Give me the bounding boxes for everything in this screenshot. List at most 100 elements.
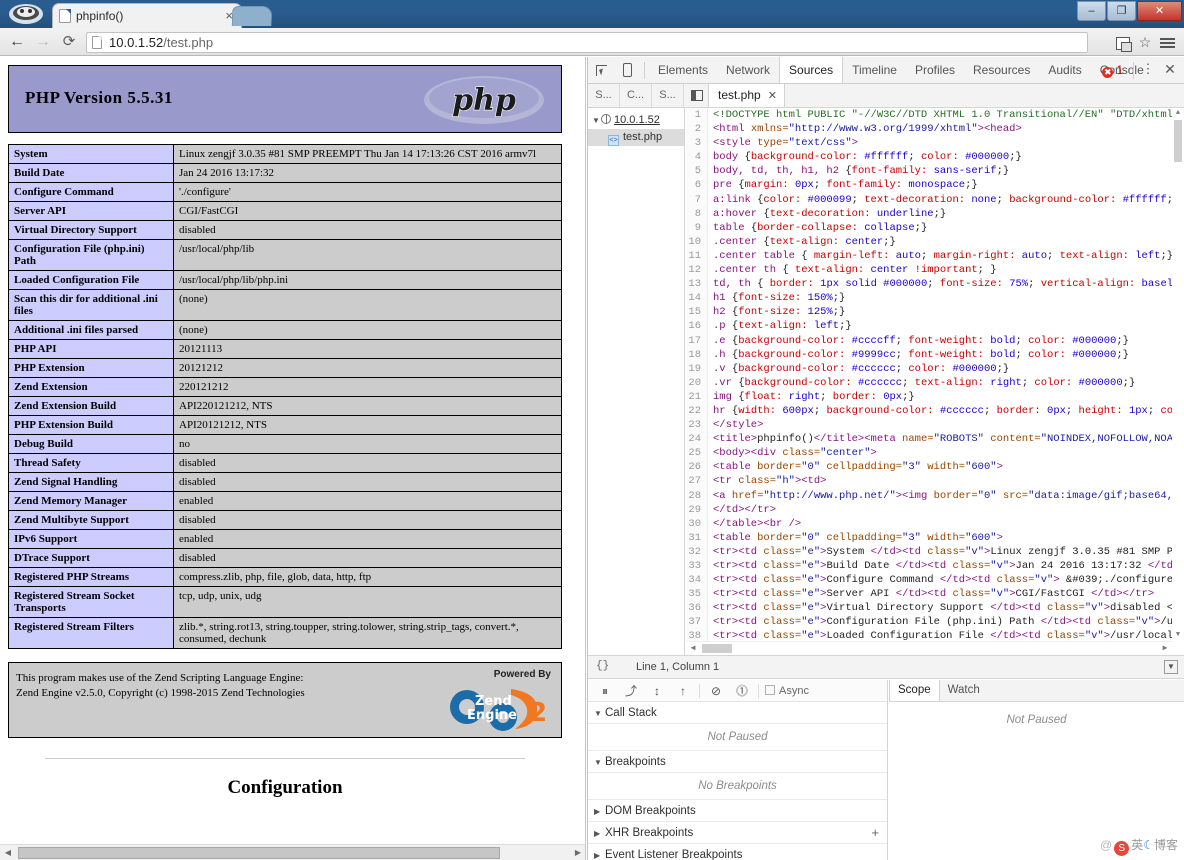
- reload-icon[interactable]: ⟳: [58, 32, 80, 53]
- step-out-icon[interactable]: ↑: [670, 680, 696, 702]
- code-line[interactable]: 30</table><br />: [686, 517, 1172, 531]
- section-event-listener-breakpoints[interactable]: ▶Event Listener Breakpoints: [588, 844, 887, 860]
- address-bar[interactable]: 10.0.1.52/test.php: [86, 32, 1088, 53]
- section-dom-breakpoints[interactable]: ▶DOM Breakpoints: [588, 800, 887, 822]
- code-line[interactable]: 29</td></tr>: [686, 503, 1172, 517]
- page-horizontal-scrollbar[interactable]: ◀ ▶: [0, 844, 586, 860]
- async-checkbox[interactable]: Async: [762, 680, 809, 702]
- tab-audits[interactable]: Audits: [1039, 57, 1090, 83]
- add-xhr-breakpoint-icon[interactable]: +: [871, 822, 879, 844]
- code-line[interactable]: 2<html xmlns="http://www.w3.org/1999/xht…: [686, 122, 1172, 136]
- section-xhr-breakpoints[interactable]: ▶XHR Breakpoints +: [588, 822, 887, 844]
- editor-vscroll-thumb[interactable]: [1174, 120, 1182, 162]
- code-line[interactable]: 1<!DOCTYPE html PUBLIC "-//W3C//DTD XHTM…: [686, 108, 1172, 122]
- code-line[interactable]: 34<tr><td class="e">Configure Command </…: [686, 573, 1172, 587]
- code-line[interactable]: 15h2 {font-size: 125%;}: [686, 305, 1172, 319]
- new-tab-button[interactable]: [232, 6, 273, 26]
- code-line[interactable]: 38<tr><td class="e">Loaded Configuration…: [686, 629, 1172, 641]
- expand-triangle-icon[interactable]: ▶: [594, 845, 605, 860]
- tab-sources[interactable]: Sources: [779, 57, 843, 83]
- code-line[interactable]: 16.p {text-align: left;}: [686, 319, 1172, 333]
- editor-file-tab-testphp[interactable]: test.php✕: [708, 84, 785, 107]
- navigator-host-row[interactable]: ▼10.0.1.52: [588, 112, 684, 129]
- code-line[interactable]: 37<tr><td class="e">Configuration File (…: [686, 615, 1172, 629]
- tab-elements[interactable]: Elements: [649, 57, 717, 83]
- pretty-print-icon[interactable]: {}: [596, 660, 609, 672]
- nav-tab-content-scripts[interactable]: C...: [620, 84, 652, 107]
- checkbox-box-icon[interactable]: [765, 685, 775, 695]
- code-line[interactable]: 18.h {background-color: #9999cc; font-we…: [686, 348, 1172, 362]
- code-line[interactable]: 11.center table { margin-left: auto; mar…: [686, 249, 1172, 263]
- tab-resources[interactable]: Resources: [964, 57, 1039, 83]
- step-into-icon[interactable]: ↕: [644, 680, 670, 702]
- code-line[interactable]: 21img {float: right; border: 0px;}: [686, 390, 1172, 404]
- hscroll-thumb[interactable]: [18, 847, 500, 859]
- tab-watch[interactable]: Watch: [940, 680, 988, 701]
- close-window-button[interactable]: ✕: [1137, 1, 1182, 21]
- code-line[interactable]: 8a:hover {text-decoration: underline;}: [686, 207, 1172, 221]
- devtools-close-icon[interactable]: ✕: [1158, 57, 1182, 83]
- jump-to-source-icon[interactable]: ▼: [1164, 660, 1178, 674]
- deactivate-breakpoints-icon[interactable]: ⊘: [703, 680, 729, 702]
- code-line[interactable]: 10.center {text-align: center;}: [686, 235, 1172, 249]
- expand-triangle-icon[interactable]: ▶: [594, 801, 605, 823]
- code-line[interactable]: 5body, td, th, h1, h2 {font-family: sans…: [686, 164, 1172, 178]
- bookmark-star-icon[interactable]: ☆: [1134, 32, 1156, 53]
- collapse-triangle-icon[interactable]: ▼: [594, 703, 605, 725]
- code-line[interactable]: 35<tr><td class="e">Server API </td><td …: [686, 587, 1172, 601]
- editor-hscroll-right-icon[interactable]: ▶: [1158, 642, 1172, 655]
- editor-horizontal-scrollbar[interactable]: ◀ ▶: [686, 641, 1172, 655]
- editor-vscroll-up-icon[interactable]: ▲: [1172, 108, 1184, 119]
- back-arrow-icon[interactable]: ←: [6, 32, 28, 53]
- nav-tab-sources[interactable]: S...: [588, 84, 620, 107]
- minimize-button[interactable]: –: [1077, 1, 1106, 21]
- menu-hamburger-icon[interactable]: [1156, 32, 1178, 53]
- code-line[interactable]: 32<tr><td class="e">System </td><td clas…: [686, 545, 1172, 559]
- code-line[interactable]: 24<title>phpinfo()</title><meta name="RO…: [686, 432, 1172, 446]
- code-line[interactable]: 27<tr class="h"><td>: [686, 474, 1172, 488]
- toggle-navigator-icon[interactable]: [686, 84, 708, 107]
- editor-hscroll-thumb[interactable]: [702, 644, 732, 653]
- code-line[interactable]: 19.v {background-color: #cccccc; color: …: [686, 362, 1172, 376]
- editor-vertical-scrollbar[interactable]: ▲ ▼: [1172, 108, 1184, 641]
- devtools-more-menu-icon[interactable]: ⋮: [1138, 57, 1158, 83]
- tab-scope[interactable]: Scope: [889, 680, 940, 701]
- code-line[interactable]: 14h1 {font-size: 150%;}: [686, 291, 1172, 305]
- code-line[interactable]: 12.center th { text-align: center !impor…: [686, 263, 1172, 277]
- code-line[interactable]: 17.e {background-color: #ccccff; font-we…: [686, 334, 1172, 348]
- section-call-stack[interactable]: ▼Call Stack: [588, 702, 887, 724]
- tab-network[interactable]: Network: [717, 57, 779, 83]
- expand-triangle-icon[interactable]: ▼: [592, 112, 601, 129]
- code-line[interactable]: 33<tr><td class="e">Build Date </td><td …: [686, 559, 1172, 573]
- expand-triangle-icon[interactable]: ▶: [594, 823, 605, 845]
- nav-tab-snippets[interactable]: S...: [652, 84, 684, 107]
- collapse-triangle-icon[interactable]: ▼: [594, 752, 605, 774]
- code-line[interactable]: 7a:link {color: #000099; text-decoration…: [686, 193, 1172, 207]
- code-line[interactable]: 3<style type="text/css">: [686, 136, 1172, 150]
- error-count-badge[interactable]: ✖1: [1096, 57, 1129, 83]
- code-line[interactable]: 22hr {width: 600px; background-color: #c…: [686, 404, 1172, 418]
- tab-timeline[interactable]: Timeline: [843, 57, 906, 83]
- pause-on-exceptions-icon[interactable]: ⓵: [729, 680, 755, 702]
- inspect-element-icon[interactable]: [588, 57, 614, 83]
- code-line[interactable]: 25<body><div class="center">: [686, 446, 1172, 460]
- device-toolbar-icon[interactable]: [614, 57, 640, 83]
- resume-pause-icon[interactable]: ⏸: [592, 680, 618, 702]
- editor-file-tab-close-icon[interactable]: ✕: [768, 90, 777, 102]
- editor-vscroll-down-icon[interactable]: ▼: [1172, 630, 1184, 641]
- hscroll-right-arrow-icon[interactable]: ▶: [570, 845, 586, 860]
- code-line[interactable]: 31<table border="0" cellpadding="3" widt…: [686, 531, 1172, 545]
- step-over-icon[interactable]: ⤴: [618, 680, 644, 702]
- browser-tab-phpinfo[interactable]: phpinfo() ×: [52, 3, 242, 28]
- tab-profiles[interactable]: Profiles: [906, 57, 964, 83]
- navigator-file-row[interactable]: <>test.php: [588, 129, 684, 146]
- code-line[interactable]: 36<tr><td class="e">Virtual Directory Su…: [686, 601, 1172, 615]
- code-line[interactable]: 6pre {margin: 0px; font-family: monospac…: [686, 178, 1172, 192]
- code-line[interactable]: 23</style>: [686, 418, 1172, 432]
- editor-hscroll-left-icon[interactable]: ◀: [686, 642, 700, 655]
- code-line[interactable]: 4body {background-color: #ffffff; color:…: [686, 150, 1172, 164]
- translate-icon[interactable]: [1112, 32, 1134, 53]
- code-line[interactable]: 26<table border="0" cellpadding="3" widt…: [686, 460, 1172, 474]
- section-breakpoints[interactable]: ▼Breakpoints: [588, 751, 887, 773]
- code-line[interactable]: 20.vr {background-color: #cccccc; text-a…: [686, 376, 1172, 390]
